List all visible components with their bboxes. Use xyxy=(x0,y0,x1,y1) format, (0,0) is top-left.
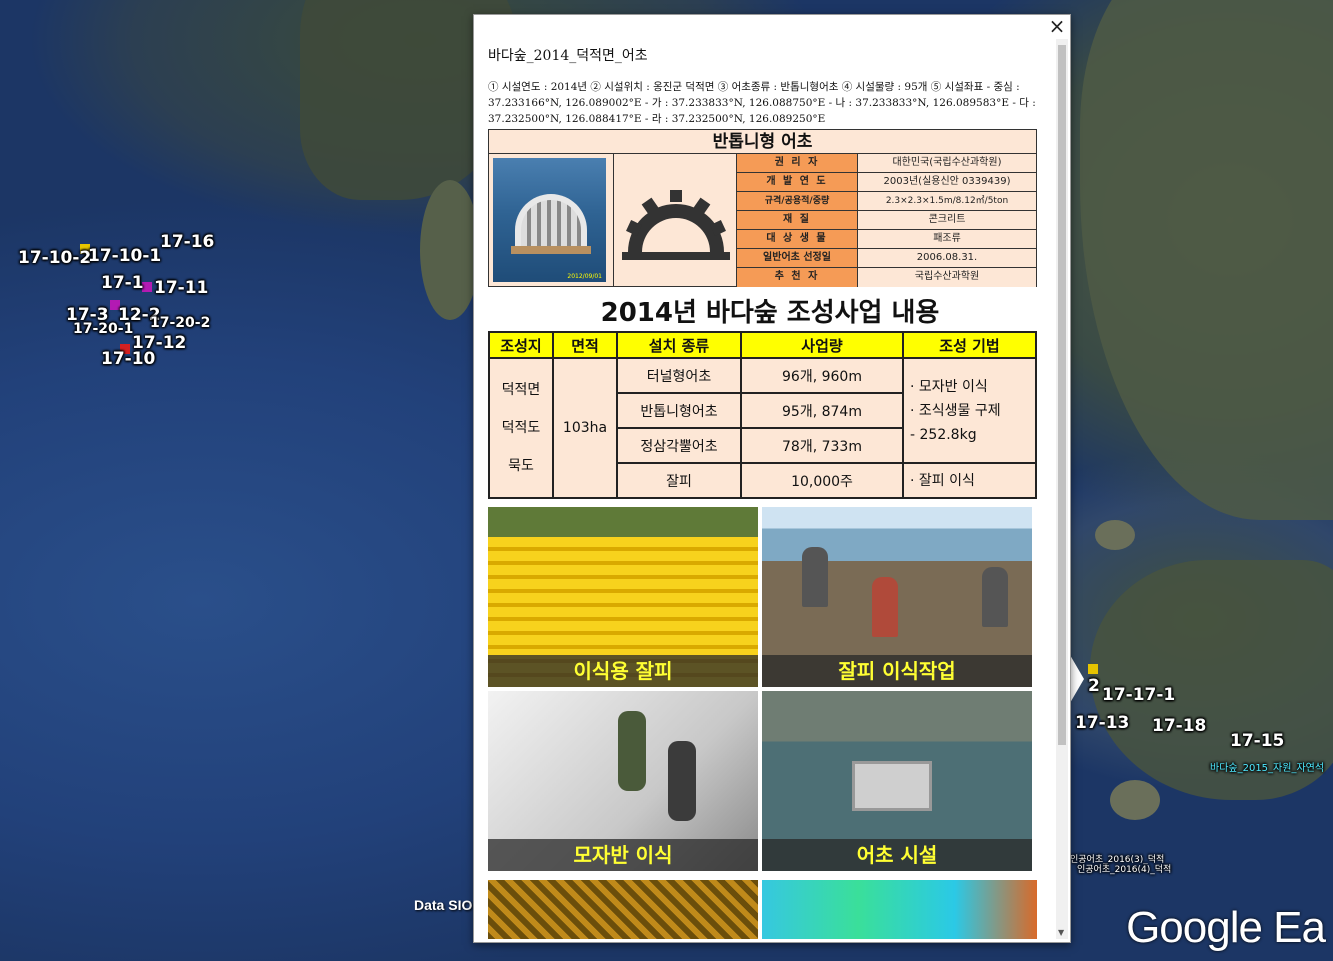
reef-cube xyxy=(852,761,932,811)
spec-row: 규격/공용적/중량 2.3×2.3×1.5m/8.12㎥/5ton xyxy=(737,192,1036,211)
placemark-label[interactable]: 17-10-2 xyxy=(18,248,91,268)
site-cell: 덕적면 덕적도 묵도 xyxy=(488,357,554,499)
spec-row: 일반어초 선정일 2006.08.31. xyxy=(737,249,1036,268)
photo-caption: 모자반 이식 xyxy=(488,839,758,871)
island xyxy=(1110,780,1160,820)
balloon-tail xyxy=(1070,655,1084,703)
person-figure xyxy=(872,577,898,637)
placemark-label[interactable]: 17-17-1 xyxy=(1102,685,1175,705)
reef-structure xyxy=(515,194,587,246)
table-cell: 터널형어초 xyxy=(616,357,742,394)
person-figure xyxy=(668,741,696,821)
layer-label[interactable]: 바다숲_2015_자원_자연석 xyxy=(1210,759,1324,774)
scroll-thumb[interactable] xyxy=(1058,45,1066,745)
table-cell: 10,000주 xyxy=(740,462,904,499)
spec-row: 재 질 콘크리트 xyxy=(737,211,1036,230)
sonar-image xyxy=(488,880,758,939)
placemark-label[interactable]: 17-13 xyxy=(1075,713,1129,733)
photo-date: 2012/09/01 xyxy=(567,273,602,280)
photo-caption: 잘피 이식작업 xyxy=(762,655,1032,687)
info-balloon: × 바다숲_2014_덕적면_어초 ① 시설연도 : 2014년 ② 시설위치 … xyxy=(473,14,1071,943)
project-title: 2014년 바다숲 조성사업 내용 xyxy=(600,298,940,328)
placemark-label[interactable]: 17-18 xyxy=(1152,716,1206,736)
photo-caption: 이식용 잘피 xyxy=(488,655,758,687)
placemark-label[interactable]: 17-15 xyxy=(1230,731,1284,751)
reef-base xyxy=(511,246,591,254)
placemark-label[interactable]: 17-1 xyxy=(101,273,144,293)
spec-row: 대 상 생 물 패조류 xyxy=(737,230,1036,249)
spec-row: 권 리 자 대한민국(국립수산과학원) xyxy=(737,154,1036,173)
placemark-label[interactable]: 17-20-2 xyxy=(150,315,210,331)
table-cell: 반톱니형어초 xyxy=(616,392,742,429)
spec-row: 개 발 연 도 2003년(실용신안 0339439) xyxy=(737,173,1036,192)
placemark-label[interactable]: 2 xyxy=(1088,676,1100,696)
person-figure xyxy=(982,567,1008,627)
data-attribution: Data SIO xyxy=(414,897,473,913)
balloon-content: 바다숲_2014_덕적면_어초 ① 시설연도 : 2014년 ② 시설위치 : … xyxy=(488,43,1052,939)
land-mass-east xyxy=(1080,0,1333,520)
table-header: 사업량 xyxy=(740,331,904,359)
placemark-label[interactable]: 17-16 xyxy=(160,232,214,252)
table-header: 조성지 xyxy=(488,331,554,359)
person-figure xyxy=(802,547,828,607)
balloon-title: 바다숲_2014_덕적면_어초 xyxy=(488,48,648,64)
photo-eelgrass: 이식용 잘피 xyxy=(488,507,758,687)
island xyxy=(420,180,480,320)
island xyxy=(1095,520,1135,550)
placemark-label[interactable]: 17-20-1 xyxy=(73,321,133,337)
google-earth-watermark: Google Ea xyxy=(1126,903,1326,952)
survey-images xyxy=(488,880,1037,939)
table-cell: 95개, 874m xyxy=(740,392,904,429)
placemark-icon[interactable] xyxy=(1088,664,1098,674)
table-cell: 잘피 xyxy=(616,462,742,499)
grass-strip xyxy=(488,507,758,537)
placemark-label[interactable]: 17-10-1 xyxy=(88,246,161,266)
spec-row: 추 천 자 국립수산과학원 xyxy=(737,268,1036,287)
method-cell: · 잘피 이식 xyxy=(902,462,1037,499)
photo-reef-install: 어초 시설 xyxy=(762,691,1032,871)
reef-photo: 2012/09/01 xyxy=(493,158,606,282)
placemark-label[interactable]: 17-10 xyxy=(101,349,155,369)
person-figure xyxy=(618,711,646,791)
method-cell: · 모자반 이식 · 조식생물 구제 - 252.8kg xyxy=(902,357,1037,464)
spec-rows: 권 리 자 대한민국(국립수산과학원) 개 발 연 도 2003년(실용신안 033… xyxy=(737,154,1036,287)
table-header: 설치 종류 xyxy=(616,331,742,359)
table-header: 조성 기법 xyxy=(902,331,1037,359)
photo-caption: 어초 시설 xyxy=(762,839,1032,871)
balloon-scrollbar[interactable]: ▼ xyxy=(1056,39,1068,939)
close-icon[interactable]: × xyxy=(1046,15,1068,37)
reef-schematic-icon xyxy=(613,154,737,286)
layer-label[interactable]: 인공어초_2016(4)_덕적 xyxy=(1077,862,1171,875)
photo-sargassum: 모자반 이식 xyxy=(488,691,758,871)
balloon-description: ① 시설연도 : 2014년 ② 시설위치 : 옹진군 덕적면 ③ 어초종류 :… xyxy=(488,81,1036,125)
reef-card-title: 반톱니형 어초 xyxy=(489,130,1036,154)
area-cell: 103ha xyxy=(552,357,618,499)
table-cell: 정삼각뿔어초 xyxy=(616,427,742,464)
bathymetry-image xyxy=(762,880,1037,939)
table-cell: 78개, 733m xyxy=(740,427,904,464)
reef-spec-card: 반톱니형 어초 2012/09/01 권 리 자 대한민국(국립수산과학원) 개… xyxy=(488,129,1037,287)
table-cell: 96개, 960m xyxy=(740,357,904,394)
photo-eelgrass-work: 잘피 이식작업 xyxy=(762,507,1032,687)
table-header: 면적 xyxy=(552,331,618,359)
scroll-down-arrow-icon[interactable]: ▼ xyxy=(1058,928,1064,937)
project-table: 조성지 면적 설치 종류 사업량 조성 기법 덕적면 덕적도 묵도 103ha … xyxy=(488,331,1037,499)
photo-grid: 이식용 잘피 잘피 이식작업 모자반 이식 어초 시설 xyxy=(488,507,1037,872)
placemark-label[interactable]: 17-11 xyxy=(154,278,208,298)
